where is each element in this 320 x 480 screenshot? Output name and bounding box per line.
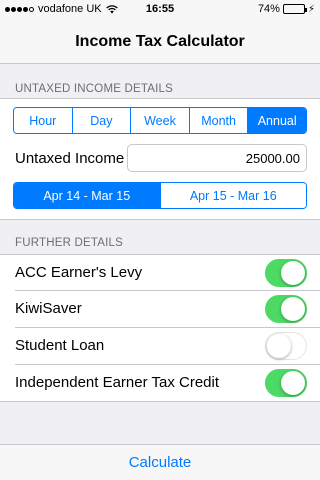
charging-icon: ⚡ (307, 3, 315, 15)
period-annual[interactable]: Annual (247, 108, 306, 133)
toggle-label-ietc: Independent Earner Tax Credit (15, 374, 220, 391)
toggle-knob (281, 297, 305, 321)
battery-percent: 74% (257, 3, 280, 15)
toggle-knob (267, 334, 291, 358)
period-selector: Hour Day Week Month Annual (13, 107, 307, 134)
student-loan-toggle[interactable] (265, 332, 307, 360)
toggle-label-kiwisaver: KiwiSaver (15, 300, 82, 317)
toggle-row-acc: ACC Earner's Levy (0, 254, 320, 291)
tax-year-selector: Apr 14 - Mar 15 Apr 15 - Mar 16 (13, 182, 307, 209)
toggle-knob (281, 371, 305, 395)
year-15-16[interactable]: Apr 15 - Mar 16 (159, 183, 306, 208)
toggle-row-kiwisaver: KiwiSaver (0, 291, 320, 328)
toggle-row-ietc: Independent Earner Tax Credit (0, 365, 320, 402)
toggle-knob (281, 261, 305, 285)
kiwisaver-toggle[interactable] (265, 295, 307, 323)
untaxed-income-label: Untaxed Income (15, 149, 125, 167)
row-divider (0, 401, 320, 402)
year-14-15[interactable]: Apr 14 - Mar 15 (14, 183, 160, 208)
status-bar: vodafone UK 16:55 74% ⚡ (0, 0, 320, 20)
battery-icon (282, 4, 307, 14)
period-hour[interactable]: Hour (14, 108, 72, 133)
bottom-toolbar: Calculate (0, 444, 320, 480)
page-title: Income Tax Calculator (75, 32, 245, 50)
ietc-toggle[interactable] (265, 369, 307, 397)
untaxed-income-input[interactable] (127, 144, 307, 172)
calculate-button[interactable]: Calculate (129, 454, 192, 471)
untaxed-income-row: Untaxed Income (0, 141, 320, 175)
further-section-header: FURTHER DETAILS (15, 237, 124, 249)
toggle-label-student-loan: Student Loan (15, 337, 105, 354)
acc-toggle[interactable] (265, 259, 307, 287)
period-day[interactable]: Day (71, 108, 131, 133)
untaxed-section-header: UNTAXED INCOME DETAILS (15, 83, 173, 95)
toggle-row-student-loan: Student Loan (0, 328, 320, 365)
toggle-label-acc: ACC Earner's Levy (15, 264, 143, 281)
period-month[interactable]: Month (188, 108, 248, 133)
navigation-bar: Income Tax Calculator (0, 20, 320, 64)
period-week[interactable]: Week (130, 108, 189, 133)
